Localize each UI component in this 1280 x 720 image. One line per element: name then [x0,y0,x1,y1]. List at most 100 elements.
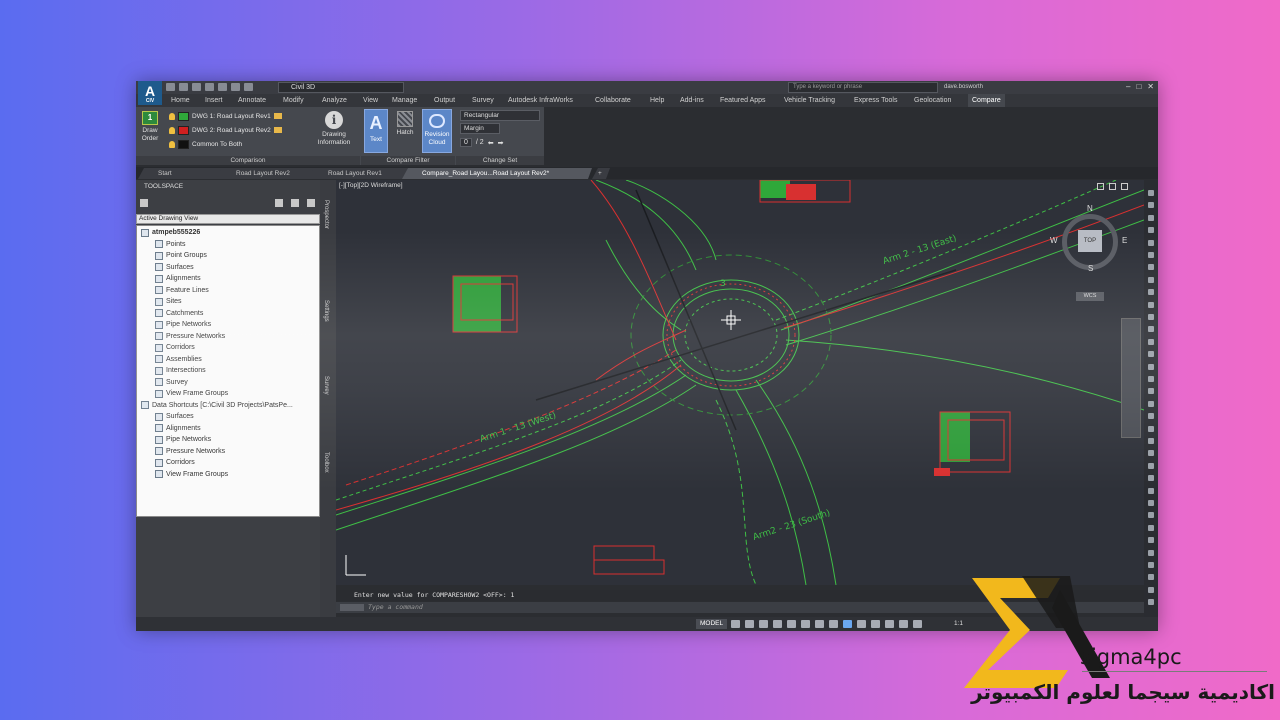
tab-survey[interactable]: Survey [472,94,494,107]
tree-item[interactable]: Points [155,239,185,250]
hatch-filter-button[interactable]: Hatch [392,111,418,137]
tree-item[interactable]: Feature Lines [155,285,209,296]
palette-tool-icon[interactable] [1148,512,1154,519]
palette-tool-icon[interactable] [1148,276,1154,283]
side-tab-settings[interactable]: Settings [323,300,329,322]
palette-tool-icon[interactable] [1148,202,1154,209]
doc-tab-rev1[interactable]: Road Layout Rev1 [308,168,408,179]
side-tab-survey[interactable]: Survey [323,376,329,395]
print-icon[interactable] [218,83,227,91]
tree-item[interactable]: Catchments [155,308,203,319]
compass-north[interactable]: N [1087,204,1093,213]
command-customize-icon[interactable] [340,604,364,611]
transparency-icon[interactable] [829,620,838,628]
revision-cloud-button[interactable]: Revision Cloud [422,109,452,153]
tree-item[interactable]: Alignments [155,423,201,434]
new-icon[interactable] [166,83,175,91]
folder-icon[interactable] [273,113,282,119]
change-set-current[interactable]: 0 [460,138,472,147]
tab-insert[interactable]: Insert [205,94,223,107]
palette-tool-icon[interactable] [1148,500,1154,506]
tab-collaborate[interactable]: Collaborate [595,94,631,107]
undo-icon[interactable] [231,83,240,91]
palette-tool-icon[interactable] [1148,239,1154,246]
palette-tool-icon[interactable] [1148,314,1154,320]
minimize-icon[interactable]: – [1126,82,1130,91]
palette-tool-icon[interactable] [1148,524,1154,531]
open-icon[interactable] [179,83,188,91]
palette-tool-icon[interactable] [1148,462,1154,469]
selection-cycling-icon[interactable] [843,620,852,628]
doc-tab-rev2[interactable]: Road Layout Rev2 [216,168,316,179]
palette-tool-icon[interactable] [1148,363,1154,370]
palette-tool-icon[interactable] [1148,227,1154,234]
lightbulb-icon[interactable] [169,140,175,148]
toolspace-help-icon[interactable] [307,199,315,207]
osnap-icon[interactable] [787,620,796,628]
viewport-minimize-icon[interactable] [1097,183,1104,190]
palette-tool-icon[interactable] [1148,301,1154,308]
lightbulb-icon[interactable] [169,126,175,134]
drawing-information-button[interactable]: i Drawing Information [312,111,356,147]
tab-home[interactable]: Home [171,94,190,107]
tree-item[interactable]: Pipe Networks [155,319,211,330]
viewcube[interactable]: TOP N S E W [1050,204,1127,278]
3d-osnap-icon[interactable] [857,620,866,628]
tree-item[interactable]: Data Shortcuts [C:\Civil 3D Projects\Pat… [141,400,293,411]
navigation-bar[interactable] [1121,318,1141,438]
tree-item[interactable]: View Frame Groups [155,469,228,480]
model-space-button[interactable]: MODEL [696,619,728,629]
lineweight-icon[interactable] [815,620,824,628]
compass-south[interactable]: S [1088,264,1093,273]
tab-annotate[interactable]: Annotate [238,94,266,107]
side-tab-prospector[interactable]: Prospector [323,200,329,229]
toolspace-pin-icon[interactable] [291,199,299,207]
palette-tool-icon[interactable] [1148,413,1154,420]
palette-tool-icon[interactable] [1148,376,1154,382]
polar-icon[interactable] [773,620,782,628]
tab-featured-apps[interactable]: Featured Apps [720,94,766,107]
tab-analyze[interactable]: Analyze [322,94,347,107]
tab-view[interactable]: View [363,94,378,107]
save-icon[interactable] [192,83,201,91]
palette-tool-icon[interactable] [1148,450,1154,457]
compass-east[interactable]: E [1122,236,1127,245]
tree-item[interactable]: Pipe Networks [155,434,211,445]
side-tab-toolbox[interactable]: Toolbox [323,452,329,473]
viewcube-top-face[interactable]: TOP [1078,230,1102,252]
wcs-menu[interactable]: WCS [1076,292,1104,301]
common-color-swatch[interactable] [178,139,189,149]
snap-icon[interactable] [745,620,754,628]
tree-item[interactable]: atmpeb555226 [141,227,200,238]
saveas-icon[interactable] [205,83,214,91]
palette-tool-icon[interactable] [1148,475,1154,482]
annotation-scale-icon[interactable] [913,620,922,628]
close-icon[interactable]: ✕ [1147,82,1154,91]
viewport-restore-icon[interactable] [1109,183,1116,190]
redo-icon[interactable] [244,83,253,91]
toolspace-view-select[interactable]: Active Drawing View [136,214,320,224]
dwg1-color-swatch[interactable] [178,111,189,121]
otrack-icon[interactable] [801,620,810,628]
user-account[interactable]: dave.bosworth [944,82,1004,93]
tree-item[interactable]: Alignments [155,273,201,284]
tree-item[interactable]: Corridors [155,457,195,468]
lightbulb-icon[interactable] [169,112,175,120]
palette-tool-icon[interactable] [1148,537,1154,544]
tree-item[interactable]: View Frame Groups [155,388,228,399]
tree-item[interactable]: Corridors [155,342,195,353]
grid-icon[interactable] [731,620,740,628]
text-filter-button[interactable]: A Text [364,109,388,153]
dwg2-row[interactable]: DWG 2: Road Layout Rev2 [169,124,282,136]
tab-addins[interactable]: Add-ins [680,94,704,107]
palette-tool-icon[interactable] [1148,252,1154,258]
palette-tool-icon[interactable] [1148,388,1154,395]
tree-item[interactable]: Pressure Networks [155,446,225,457]
doc-tab-start[interactable]: Start [138,168,230,179]
tab-infraworks[interactable]: Autodesk InfraWorks [508,94,573,107]
tree-item[interactable]: Surfaces [155,411,194,422]
palette-tool-icon[interactable] [1148,425,1154,432]
compass-west[interactable]: W [1050,236,1058,245]
tree-item[interactable]: Point Groups [155,250,207,261]
cloud-shape-select[interactable]: Rectangular [460,110,540,121]
